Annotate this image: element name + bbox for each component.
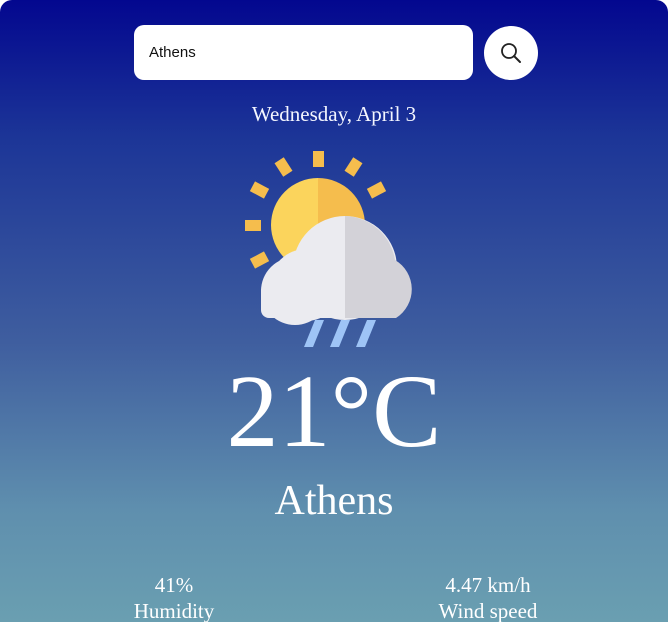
weather-card: Wednesday, April 3 [0, 0, 668, 622]
search-icon [500, 42, 522, 64]
wind-speed-label: Wind speed [438, 599, 538, 622]
humidity-label: Humidity [133, 599, 215, 622]
wind-speed-value: 4.47 km/h [445, 573, 531, 597]
wind-speed-stat: 4.47 km/h Wind speed [398, 572, 578, 622]
temperature-value: 21°C [226, 354, 442, 469]
city-search-input[interactable] [134, 25, 473, 80]
city-name: Athens [274, 478, 394, 524]
sun-cloud-rain-icon [240, 148, 436, 357]
humidity-stat: 41% Humidity [94, 572, 254, 622]
humidity-value: 41% [154, 573, 194, 597]
current-date: Wednesday, April 3 [251, 102, 417, 126]
search-button[interactable] [484, 26, 538, 80]
